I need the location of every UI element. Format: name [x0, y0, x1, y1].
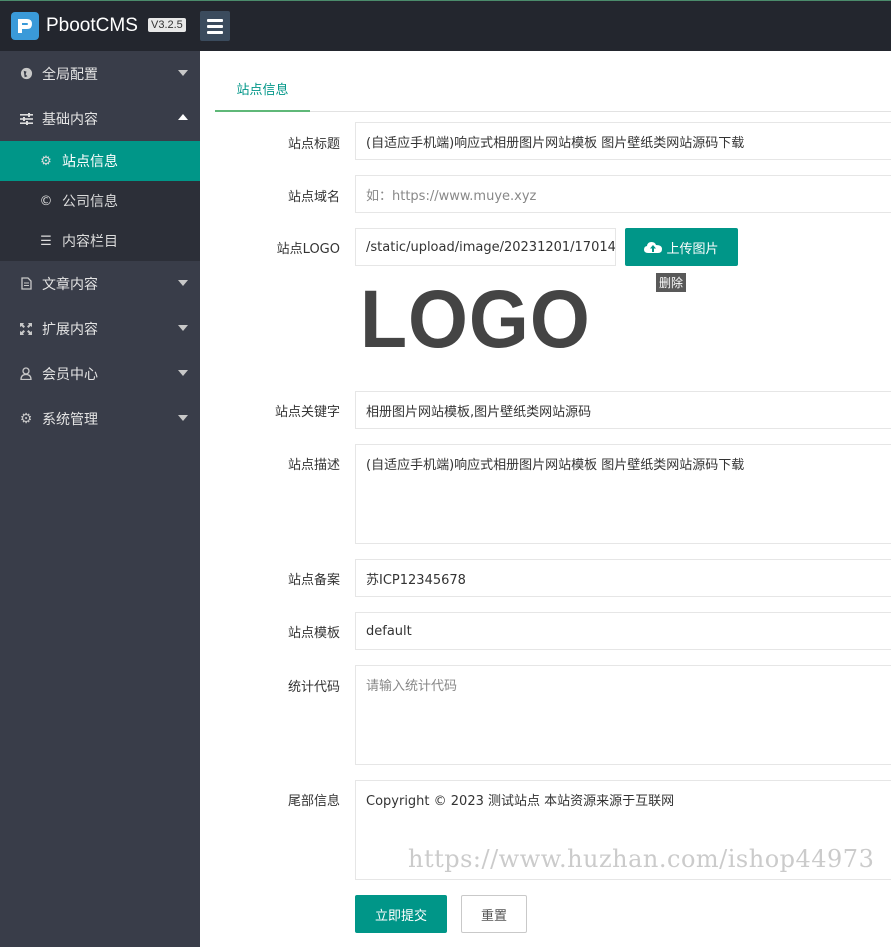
site-logo-input[interactable]: /static/upload/image/20231201/1701428 [355, 228, 616, 266]
tab-bar: 站点信息 [215, 71, 891, 112]
sidebar-item-members[interactable]: 会员中心 [0, 351, 200, 396]
tab-site-info[interactable]: 站点信息 [215, 71, 310, 112]
document-icon [19, 277, 33, 291]
site-template-label: 站点模板 [287, 626, 340, 641]
sidebar-item-label: 会员中心 [42, 366, 98, 383]
sidebar-subitem-content-columns[interactable]: ☰ 内容栏目 [0, 221, 200, 261]
site-domain-placeholder: 如：https://www.muye.xyz [366, 188, 537, 204]
hamburger-icon-bar [207, 24, 223, 28]
footer-info-label: 尾部信息 [287, 794, 340, 809]
site-description-value: (自适应手机端)响应式相册图片网站模板 图片壁纸类网站源码下载 [366, 458, 745, 473]
user-icon [19, 367, 33, 381]
site-logo-path: /static/upload/image/20231201/1701428 [366, 239, 616, 255]
app-name: PbootCMS [46, 15, 138, 36]
submit-button[interactable]: 立即提交 [355, 895, 447, 933]
sidebar-item-articles[interactable]: 文章内容 [0, 261, 200, 306]
copyright-icon: © [39, 193, 53, 209]
logo-preview-image: LOGO [360, 274, 591, 365]
sidebar-item-label: 文章内容 [42, 276, 98, 293]
hamburger-icon-bar [207, 30, 223, 34]
menu-toggle-button[interactable] [200, 11, 230, 41]
expand-icon [19, 322, 33, 336]
list-icon: ☰ [40, 233, 52, 249]
main-content: 站点信息 站点标题 (自适应手机端)响应式相册图片网站模板 图片壁纸类网站源码下… [200, 51, 891, 947]
stats-code-label: 统计代码 [287, 680, 340, 695]
stats-code-placeholder: 请输入统计代码 [366, 679, 458, 694]
site-template-input[interactable]: default [355, 612, 891, 650]
site-title-value: (自适应手机端)响应式相册图片网站模板 图片壁纸类网站源码下载 [366, 135, 745, 151]
watermark-text: https://www.huzhan.com/ishop44973 [408, 845, 875, 873]
sidebar-subitem-label: 站点信息 [62, 154, 118, 170]
site-icp-input[interactable]: 苏ICP12345678 [355, 559, 891, 597]
reset-button[interactable]: 重置 [461, 895, 527, 933]
sidebar-subitem-label: 内容栏目 [62, 234, 118, 250]
chevron-down-icon [178, 280, 188, 286]
gear-icon: ⚙ [19, 410, 33, 427]
delete-image-button[interactable]: 删除 [656, 273, 687, 292]
sidebar-subitem-site-info[interactable]: ⚙ 站点信息 [0, 141, 200, 181]
footer-info-value: Copyright © 2023 测试站点 本站资源来源于互联网 [366, 794, 675, 809]
sidebar-item-label: 全局配置 [42, 66, 98, 83]
site-title-input[interactable]: (自适应手机端)响应式相册图片网站模板 图片壁纸类网站源码下载 [355, 122, 891, 160]
site-icp-value: 苏ICP12345678 [366, 572, 466, 588]
site-template-value: default [366, 623, 412, 639]
pbootcms-logo-icon [11, 12, 39, 40]
site-description-label: 站点描述 [287, 458, 340, 473]
cloud-upload-icon [644, 242, 663, 253]
sidebar-subitem-company-info[interactable]: © 公司信息 [0, 181, 200, 221]
site-domain-input[interactable]: 如：https://www.muye.xyz [355, 175, 891, 213]
site-keywords-label: 站点关键字 [274, 405, 340, 420]
sidebar-submenu: ⚙ 站点信息 © 公司信息 ☰ 内容栏目 [0, 141, 200, 261]
site-keywords-value: 相册图片网站模板,图片壁纸类网站源码 [366, 404, 592, 420]
sidebar-subitem-label: 公司信息 [62, 194, 118, 210]
site-domain-label: 站点域名 [287, 190, 340, 205]
sidebar-item-global-config[interactable]: 全局配置 [0, 51, 200, 96]
gear-icon: ⚙ [40, 153, 52, 169]
sliders-icon [19, 112, 33, 126]
globe-icon [19, 67, 33, 81]
stats-code-textarea[interactable]: 请输入统计代码 [355, 665, 891, 765]
top-header: PbootCMS V3.2.5 [0, 0, 891, 51]
chevron-down-icon [178, 325, 188, 331]
sidebar-item-extensions[interactable]: 扩展内容 [0, 306, 200, 351]
hamburger-icon [207, 18, 223, 22]
site-title-label: 站点标题 [287, 137, 340, 152]
version-badge: V3.2.5 [148, 18, 186, 32]
upload-image-button[interactable]: 上传图片 [625, 228, 738, 266]
sidebar-item-basic-content[interactable]: 基础内容 [0, 96, 200, 141]
sidebar-item-system[interactable]: ⚙ 系统管理 [0, 396, 200, 441]
sidebar-item-label: 基础内容 [42, 111, 98, 128]
sidebar-item-label: 系统管理 [42, 411, 98, 428]
site-icp-label: 站点备案 [287, 573, 340, 588]
site-keywords-input[interactable]: 相册图片网站模板,图片壁纸类网站源码 [355, 391, 891, 429]
chevron-down-icon [178, 70, 188, 76]
chevron-up-icon [178, 114, 188, 120]
upload-image-label: 上传图片 [666, 241, 719, 257]
site-description-textarea[interactable]: (自适应手机端)响应式相册图片网站模板 图片壁纸类网站源码下载 [355, 444, 891, 544]
sidebar: 全局配置 基础内容 ⚙ 站点信息 © 公司信息 ☰ 内容栏目 文章内容 扩展内容… [0, 51, 200, 947]
sidebar-item-label: 扩展内容 [42, 321, 98, 338]
site-logo-label: 站点LOGO [276, 242, 340, 257]
chevron-down-icon [178, 415, 188, 421]
chevron-down-icon [178, 370, 188, 376]
